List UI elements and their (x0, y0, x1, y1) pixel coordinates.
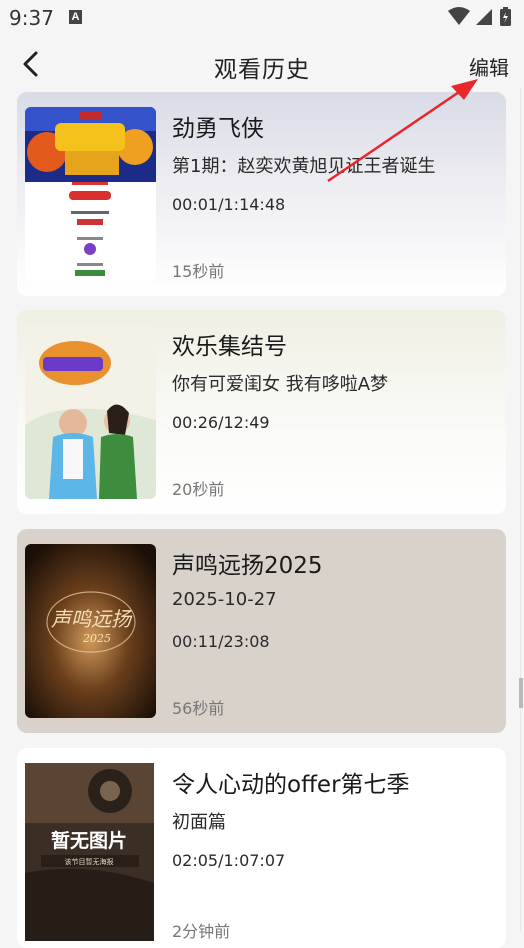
app-header: 观看历史 编辑 (0, 40, 524, 90)
watch-progress: 00:01/1:14:48 (172, 195, 286, 214)
poster-logo: 声鸣远扬 (51, 607, 133, 631)
system-status-icons (448, 7, 511, 26)
episode-subtitle: 初面篇 (172, 812, 226, 833)
history-item[interactable]: 劲勇飞侠 第1期：赵奕欢黄旭见证王者诞生 00:01/1:14:48 15秒前 (17, 92, 506, 296)
history-item[interactable]: 声鸣远扬 2025 声鸣远扬2025 2025-10-27 00:11/23:0… (17, 529, 506, 733)
poster-year: 2025 (82, 632, 111, 645)
watched-time-ago: 2分钟前 (172, 922, 231, 941)
edit-button[interactable]: 编辑 (469, 52, 509, 81)
episode-subtitle: 2025-10-27 (172, 589, 277, 610)
video-title: 欢乐集结号 (172, 334, 287, 360)
signal-icon (476, 9, 492, 25)
watched-time-ago: 15秒前 (172, 262, 225, 281)
watch-progress: 02:05/1:07:07 (172, 851, 286, 870)
no-image-caption: 该节目暂无海报 (65, 857, 114, 866)
history-item[interactable]: 暂无图片 该节目暂无海报 令人心动的offer第七季 初面篇 02:05/1:0… (17, 748, 506, 948)
scrollbar[interactable] (518, 88, 524, 931)
status-bar: 9:37 A (0, 0, 524, 36)
battery-icon (500, 7, 511, 26)
page-title: 观看历史 (214, 57, 310, 83)
no-image-label: 暂无图片 (51, 829, 127, 852)
poster-thumbnail (25, 107, 156, 281)
watch-progress: 00:26/12:49 (172, 413, 270, 432)
poster-thumbnail: 声鸣远扬 2025 (25, 544, 156, 718)
episode-subtitle: 第1期：赵奕欢黄旭见证王者诞生 (172, 156, 436, 177)
episode-subtitle: 你有可爱闺女 我有哆啦A梦 (172, 374, 389, 395)
status-time: 9:37 (9, 6, 54, 30)
video-title: 声鸣远扬2025 (172, 553, 323, 579)
video-title: 劲勇飞侠 (172, 116, 264, 142)
poster-thumbnail: 暂无图片 该节目暂无海报 (25, 763, 154, 941)
watch-progress: 00:11/23:08 (172, 632, 270, 651)
history-item[interactable]: 欢乐集结号 你有可爱闺女 我有哆啦A梦 00:26/12:49 20秒前 (17, 310, 506, 514)
watched-time-ago: 20秒前 (172, 480, 225, 499)
poster-thumbnail (25, 325, 156, 499)
video-title: 令人心动的offer第七季 (172, 772, 410, 798)
wifi-icon (448, 7, 470, 25)
watched-time-ago: 56秒前 (172, 699, 225, 718)
notification-a-icon: A (69, 10, 82, 24)
